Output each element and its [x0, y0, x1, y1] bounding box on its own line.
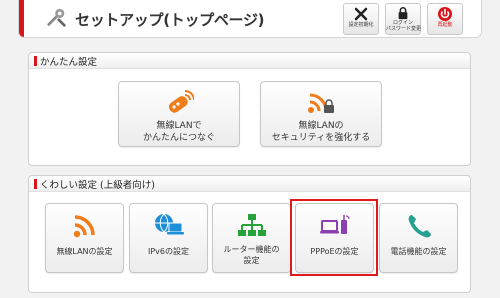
advanced-settings-header: くわしい設定 (上級者向け) [29, 176, 470, 192]
change-password-button[interactable]: ログイン パスワード変更 [385, 3, 421, 35]
easy-settings-section: かんたん設定 [28, 52, 471, 166]
section-accent-bar [34, 179, 37, 189]
easy-wifi-connect-label: 無線LANで かんたんにつなぐ [142, 121, 215, 143]
selected-tile-highlight [290, 199, 378, 276]
globe-laptop-icon [154, 213, 184, 235]
page-title: セットアップ(トップページ) [75, 11, 265, 29]
router-function-tile[interactable]: ルーター機能の 設定 [212, 203, 291, 273]
easy-settings-title: かんたん設定 [40, 57, 98, 68]
remote-wifi-icon [168, 90, 194, 113]
wifi-security-button[interactable]: 無線LANの セキュリティを強化する [260, 81, 382, 147]
reset-settings-button[interactable]: 設定初期化 [343, 3, 379, 35]
router-function-label: ルーター機能の 設定 [223, 245, 280, 265]
wifi-settings-tile[interactable]: 無線LANの設定 [45, 203, 124, 273]
wifi-lock-icon [308, 93, 334, 113]
power-icon [438, 7, 452, 21]
wifi-icon [73, 215, 95, 238]
network-icon [237, 214, 266, 236]
easy-settings-header: かんたん設定 [29, 53, 470, 69]
advanced-settings-title: くわしい設定 (上級者向け) [40, 180, 155, 191]
header-accent-bar [19, 0, 24, 37]
page-header: セットアップ(トップページ) 設定初期化 ログイン パスワード変更 再起動 [18, 0, 482, 38]
phone-settings-tile[interactable]: 電話機能の設定 [379, 203, 458, 273]
change-password-label: ログイン パスワード変更 [386, 20, 422, 32]
setup-tools-icon [47, 8, 66, 27]
wifi-settings-label: 無線LANの設定 [56, 247, 113, 256]
tools-icon [354, 7, 368, 21]
reboot-button[interactable]: 再起動 [427, 3, 463, 35]
phone-settings-label: 電話機能の設定 [390, 247, 447, 256]
easy-wifi-connect-button[interactable]: 無線LANで かんたんにつなぐ [118, 81, 240, 147]
ipv6-settings-tile[interactable]: IPv6の設定 [129, 203, 208, 273]
reset-settings-label: 設定初期化 [348, 22, 374, 28]
phone-icon [408, 215, 431, 238]
lock-icon [398, 7, 408, 20]
reboot-label: 再起動 [437, 22, 453, 28]
ipv6-settings-label: IPv6の設定 [147, 247, 189, 256]
section-accent-bar [34, 56, 37, 66]
wifi-security-label: 無線LANの セキュリティを強化する [271, 121, 371, 143]
